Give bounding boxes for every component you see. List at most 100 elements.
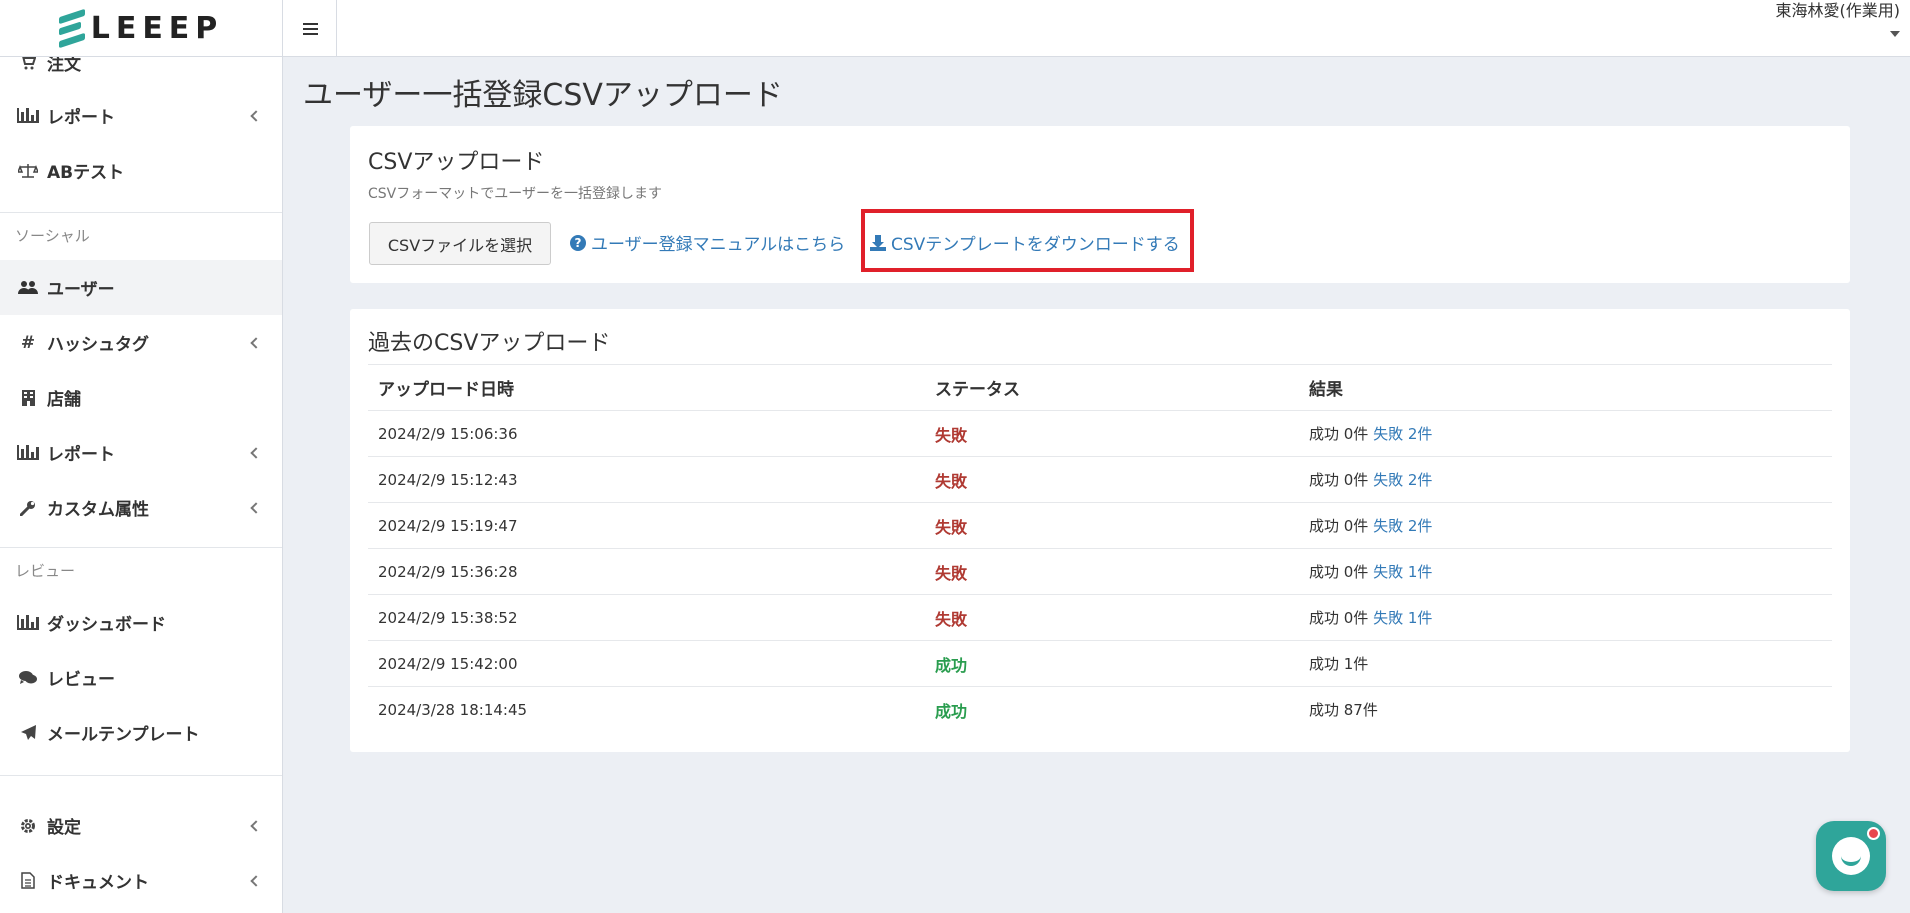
sidebar-item-report[interactable]: レポート bbox=[0, 88, 282, 143]
upload-datetime-cell: 2024/2/9 15:38:52 bbox=[368, 594, 925, 641]
upload-datetime-cell: 2024/2/9 15:19:47 bbox=[368, 502, 925, 549]
upload-datetime-cell: 2024/2/9 15:36:28 bbox=[368, 548, 925, 595]
logo-text: LEEEP bbox=[90, 11, 224, 46]
chat-widget-button[interactable] bbox=[1816, 821, 1886, 891]
sidebar-item-label: カスタム属性 bbox=[47, 500, 149, 520]
table-row: 2024/2/9 15:12:43 失敗 成功 0件 失敗 2件 bbox=[368, 456, 1832, 503]
sidebar-section-social: ソーシャル bbox=[15, 227, 90, 245]
sidebar-item-label: ユーザー bbox=[47, 280, 115, 300]
sidebar-item-ab-test[interactable]: ABテスト bbox=[0, 143, 282, 198]
sidebar-item-users[interactable]: ユーザー bbox=[0, 260, 282, 315]
chevron-left-icon bbox=[250, 336, 262, 349]
result-cell: 成功 0件 失敗 2件 bbox=[1299, 502, 1832, 549]
sidebar-toggle-button[interactable] bbox=[284, 0, 337, 57]
gear-icon bbox=[18, 816, 38, 836]
comments-icon bbox=[18, 668, 38, 688]
sidebar-item-label: レポート bbox=[47, 108, 115, 128]
user-manual-link-label: ユーザー登録マニュアルはこちら bbox=[591, 235, 846, 255]
status-badge: 成功 bbox=[935, 701, 968, 721]
table-row: 2024/2/9 15:38:52 失敗 成功 0件 失敗 1件 bbox=[368, 594, 1832, 641]
select-csv-file-button[interactable]: CSVファイルを選択 bbox=[369, 222, 551, 265]
sidebar-item-orders[interactable]: 注文 bbox=[0, 57, 282, 90]
sidebar-item-settings[interactable]: 設定 bbox=[0, 798, 282, 853]
sidebar-item-label: 注文 bbox=[47, 57, 81, 75]
sidebar-item-label: レビュー bbox=[47, 670, 115, 690]
failed-count-link[interactable]: 失敗 2件 bbox=[1373, 517, 1432, 535]
user-manual-link[interactable]: ? ユーザー登録マニュアルはこちら bbox=[570, 230, 845, 255]
sidebar-item-stores[interactable]: 店舗 bbox=[0, 370, 282, 425]
card-description: CSVフォーマットでユーザーを一括登録します bbox=[368, 186, 662, 202]
failed-count-link[interactable]: 失敗 2件 bbox=[1373, 471, 1432, 489]
status-badge: 失敗 bbox=[935, 471, 968, 491]
notification-dot bbox=[1867, 827, 1880, 840]
sidebar-item-reviews[interactable]: レビュー bbox=[0, 650, 282, 705]
users-icon bbox=[18, 278, 38, 298]
sidebar-item-documents[interactable]: ドキュメント bbox=[0, 853, 282, 908]
user-menu[interactable]: 東海林愛(作業用) bbox=[1775, 0, 1901, 41]
success-count: 成功 0件 bbox=[1309, 471, 1369, 489]
upload-datetime-cell: 2024/2/9 15:42:00 bbox=[368, 640, 925, 687]
logo[interactable]: LEEEP bbox=[0, 0, 283, 57]
card-title: CSVアップロード bbox=[368, 150, 545, 175]
table-row: 2024/2/9 15:42:00 成功 成功 1件 bbox=[368, 640, 1832, 687]
bar-chart-icon bbox=[17, 106, 39, 126]
sidebar: 注文 レポート ABテスト ソーシャル ユーザー # ハッシュタグ 店舗 レポー… bbox=[0, 57, 283, 913]
failed-count-link[interactable]: 失敗 1件 bbox=[1373, 609, 1432, 627]
chevron-left-icon bbox=[250, 874, 262, 887]
status-cell: 成功 bbox=[925, 686, 1299, 733]
status-cell: 成功 bbox=[925, 640, 1299, 687]
chevron-left-icon bbox=[250, 446, 262, 459]
sidebar-item-label: ダッシュボード bbox=[47, 615, 166, 635]
chat-bubble-icon bbox=[1832, 837, 1870, 875]
status-badge: 失敗 bbox=[935, 563, 968, 583]
chevron-left-icon bbox=[250, 501, 262, 514]
wrench-icon bbox=[18, 498, 38, 518]
download-template-link-label: CSVテンプレートをダウンロードする bbox=[891, 235, 1180, 255]
building-icon bbox=[18, 388, 38, 408]
column-header-result: 結果 bbox=[1299, 364, 1832, 411]
hashtag-icon: # bbox=[20, 332, 36, 353]
success-count: 成功 0件 bbox=[1309, 563, 1369, 581]
caret-down-icon bbox=[1890, 31, 1900, 37]
success-count: 成功 87件 bbox=[1309, 701, 1378, 720]
result-cell: 成功 0件 失敗 2件 bbox=[1299, 410, 1832, 457]
status-cell: 失敗 bbox=[925, 502, 1299, 549]
column-header-status: ステータス bbox=[925, 364, 1299, 411]
sidebar-item-label: レポート bbox=[47, 445, 115, 465]
download-icon bbox=[870, 234, 886, 251]
status-badge: 失敗 bbox=[935, 609, 968, 629]
failed-count-link[interactable]: 失敗 1件 bbox=[1373, 563, 1432, 581]
chevron-left-icon bbox=[250, 819, 262, 832]
sidebar-item-mail-templates[interactable]: メールテンプレート bbox=[0, 705, 282, 760]
table-header-row: アップロード日時 ステータス 結果 bbox=[368, 364, 1832, 411]
upload-datetime-cell: 2024/3/28 18:14:45 bbox=[368, 686, 925, 733]
sidebar-item-custom-attributes[interactable]: カスタム属性 bbox=[0, 480, 282, 535]
sidebar-item-label: 設定 bbox=[47, 818, 81, 838]
status-cell: 失敗 bbox=[925, 456, 1299, 503]
user-name: 東海林愛(作業用) bbox=[1775, 1, 1901, 20]
sidebar-item-hashtag[interactable]: # ハッシュタグ bbox=[0, 315, 282, 370]
status-badge: 成功 bbox=[935, 655, 968, 675]
failed-count-link[interactable]: 失敗 2件 bbox=[1373, 425, 1432, 443]
success-count: 成功 1件 bbox=[1309, 655, 1369, 673]
sidebar-section-review: レビュー bbox=[15, 562, 76, 580]
sidebar-divider bbox=[0, 212, 282, 213]
csv-upload-history-card: 過去のCSVアップロード アップロード日時 ステータス 結果 2024/2/9 … bbox=[350, 309, 1850, 752]
sidebar-item-dashboard[interactable]: ダッシュボード bbox=[0, 595, 282, 650]
upload-datetime-cell: 2024/2/9 15:06:36 bbox=[368, 410, 925, 457]
success-count: 成功 0件 bbox=[1309, 609, 1369, 627]
upload-datetime-cell: 2024/2/9 15:12:43 bbox=[368, 456, 925, 503]
page-title: ユーザー一括登録CSVアップロード bbox=[303, 78, 783, 113]
table-row: 2024/2/9 15:06:36 失敗 成功 0件 失敗 2件 bbox=[368, 410, 1832, 457]
result-cell: 成功 0件 失敗 1件 bbox=[1299, 594, 1832, 641]
table-row: 2024/2/9 15:36:28 失敗 成功 0件 失敗 1件 bbox=[368, 548, 1832, 595]
cart-icon bbox=[18, 57, 38, 73]
column-header-datetime: アップロード日時 bbox=[368, 364, 925, 411]
download-csv-template-link[interactable]: CSVテンプレートをダウンロードする bbox=[870, 230, 1180, 255]
sidebar-item-report-2[interactable]: レポート bbox=[0, 425, 282, 480]
balance-scale-icon bbox=[18, 161, 38, 181]
chevron-left-icon bbox=[250, 109, 262, 122]
status-cell: 失敗 bbox=[925, 410, 1299, 457]
card-title: 過去のCSVアップロード bbox=[368, 331, 611, 356]
upload-history-table: アップロード日時 ステータス 結果 2024/2/9 15:06:36 失敗 成功 … bbox=[368, 364, 1832, 733]
